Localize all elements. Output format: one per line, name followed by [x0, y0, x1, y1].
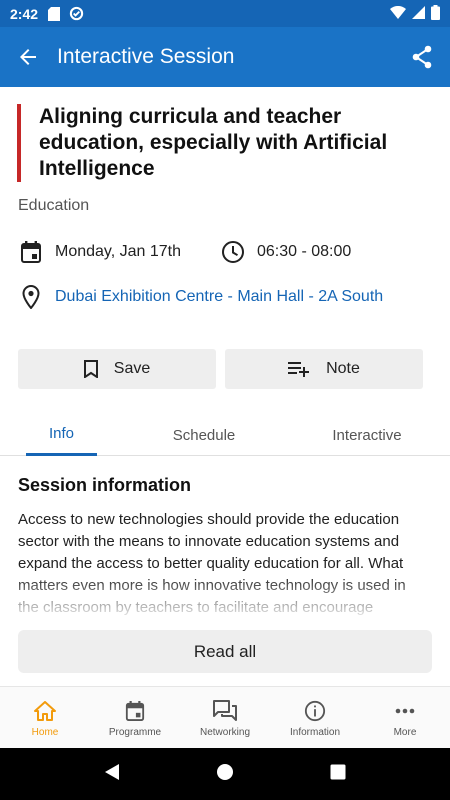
- battery-icon: [431, 4, 440, 23]
- session-description: Access to new technologies should provid…: [18, 509, 430, 615]
- note-button[interactable]: Note: [225, 349, 423, 389]
- circle-home-icon: [217, 763, 233, 780]
- session-location[interactable]: Dubai Exhibition Centre - Main Hall - 2A…: [18, 284, 383, 310]
- system-recents-button[interactable]: [330, 764, 346, 785]
- session-title-block: Aligning curricula and teacher education…: [17, 104, 417, 182]
- nav-more-label: More: [393, 726, 417, 738]
- home-icon: [34, 698, 56, 724]
- wifi-icon: [390, 5, 406, 22]
- tab-interactive[interactable]: Interactive: [320, 414, 414, 456]
- session-time-text: 06:30 - 08:00: [257, 243, 352, 260]
- status-bar: 2:42: [0, 0, 450, 27]
- share-icon: [412, 45, 432, 69]
- sd-card-icon: [46, 6, 62, 22]
- status-time: 2:42: [10, 5, 39, 22]
- session-date-text: Monday, Jan 17th: [55, 243, 182, 260]
- nav-home-label: Home: [31, 726, 59, 738]
- chat-icon: [213, 698, 237, 724]
- system-home-button[interactable]: [216, 763, 234, 786]
- tab-info[interactable]: Info: [26, 414, 97, 456]
- nav-information-label: Information: [289, 726, 341, 738]
- triangle-back-icon: [105, 763, 119, 780]
- bookmark-icon: [83, 360, 98, 378]
- playlist-add-icon: [288, 361, 310, 377]
- back-button[interactable]: [0, 27, 56, 87]
- save-button[interactable]: Save: [18, 349, 216, 389]
- clock-icon: [220, 239, 246, 265]
- nav-programme-label: Programme: [108, 726, 162, 738]
- nav-home[interactable]: Home: [0, 687, 90, 748]
- square-recents-icon: [330, 764, 346, 779]
- session-date: Monday, Jan 17th: [18, 239, 181, 265]
- nav-networking-label: Networking: [199, 726, 251, 738]
- calendar-icon: [18, 239, 44, 265]
- bottom-navigation: Home Programme Networking Information Mo…: [0, 686, 450, 748]
- calendar-icon: [125, 698, 145, 724]
- info-icon: [304, 698, 326, 724]
- signal-icon: [412, 5, 425, 22]
- nav-more[interactable]: More: [360, 687, 450, 748]
- arrow-back-icon: [20, 49, 36, 65]
- tab-bar: Info Schedule Interactive: [0, 414, 450, 456]
- save-button-label: Save: [113, 360, 151, 377]
- session-time: 06:30 - 08:00: [220, 239, 351, 265]
- system-navigation-bar: [0, 748, 450, 800]
- read-all-button[interactable]: Read all: [18, 630, 432, 673]
- location-pin-icon: [18, 284, 44, 310]
- session-location-link[interactable]: Dubai Exhibition Centre - Main Hall - 2A…: [55, 288, 383, 306]
- section-title: Session information: [18, 475, 192, 495]
- tab-schedule[interactable]: Schedule: [158, 414, 250, 456]
- nav-programme[interactable]: Programme: [90, 687, 180, 748]
- note-button-label: Note: [326, 360, 360, 377]
- nav-networking[interactable]: Networking: [180, 687, 270, 748]
- share-button[interactable]: [394, 27, 450, 87]
- system-back-button[interactable]: [104, 763, 120, 786]
- nav-information[interactable]: Information: [270, 687, 360, 748]
- page-title: Interactive Session: [57, 45, 235, 68]
- session-title: Aligning curricula and teacher education…: [39, 105, 388, 180]
- app-bar: Interactive Session: [0, 27, 450, 87]
- more-icon: [395, 698, 415, 724]
- session-category: Education: [18, 197, 90, 214]
- data-saver-icon: [68, 6, 84, 22]
